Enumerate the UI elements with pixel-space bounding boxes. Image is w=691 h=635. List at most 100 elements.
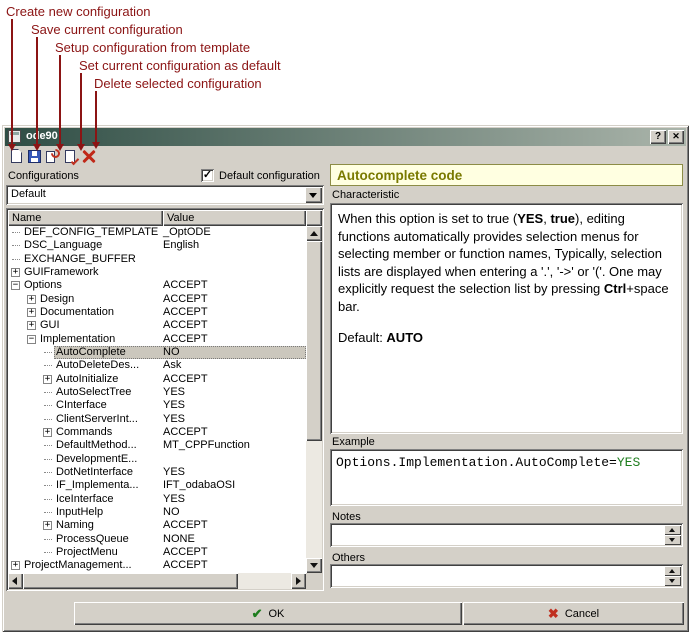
tree-row[interactable]: IF_Implementa... IFT_odabaOSI <box>8 479 306 492</box>
tree-row[interactable]: DSC_LanguageEnglish <box>8 239 306 252</box>
tree-row[interactable]: DotNetInterfaceYES <box>8 466 306 479</box>
configuration-select[interactable]: Default <box>6 185 324 205</box>
tree-row[interactable]: AutoDeleteDes...Ask <box>8 359 306 372</box>
tree-connector <box>44 539 52 540</box>
tree-item-name: AutoComplete <box>56 346 126 359</box>
tree-item-value: _OptODE <box>163 226 211 239</box>
expand-icon[interactable]: + <box>27 295 36 304</box>
scroll-left-button[interactable] <box>8 573 23 589</box>
expand-icon[interactable]: + <box>27 308 36 317</box>
close-button[interactable]: ✕ <box>668 130 684 144</box>
tree-row[interactable]: +DesignACCEPT <box>8 293 306 306</box>
annotation-set-default: Set current configuration as default <box>79 58 281 73</box>
tree-item-value: ACCEPT <box>163 333 208 346</box>
tree-row[interactable]: ProcessQueueNONE <box>8 533 306 546</box>
vertical-scroll-thumb[interactable] <box>306 241 322 441</box>
cancel-button[interactable]: ✖ Cancel <box>463 602 684 625</box>
tree-connector <box>44 352 52 353</box>
tree-row[interactable]: +DocumentationACCEPT <box>8 306 306 319</box>
configuration-dialog: ode90 ? ✕ Configurations ✓ Default confi… <box>2 125 689 632</box>
ok-button[interactable]: ✔ OK <box>74 602 462 625</box>
tree-item-value: ACCEPT <box>163 319 208 332</box>
tree-item-name: Options <box>24 279 62 292</box>
tree-item-name: IF_Implementa... <box>56 479 139 492</box>
tree-row[interactable]: ClientServerInt...YES <box>8 413 306 426</box>
option-title: Autocomplete code <box>330 164 683 186</box>
tree-row[interactable]: AutoCompleteNO <box>8 346 306 359</box>
others-field[interactable] <box>330 564 683 588</box>
tree-connector <box>44 499 52 500</box>
collapse-icon[interactable]: − <box>27 335 36 344</box>
tree-item-value: ACCEPT <box>163 519 208 532</box>
tree-item-name: DevelopmentE... <box>56 453 137 466</box>
annotation-arrow-line <box>95 91 97 144</box>
notes-scrollbar[interactable] <box>664 525 681 545</box>
tree-row[interactable]: AutoSelectTreeYES <box>8 386 306 399</box>
tree-connector <box>44 419 52 420</box>
tree-row[interactable]: InputHelpNO <box>8 506 306 519</box>
others-scrollbar[interactable] <box>664 566 681 586</box>
column-header-name[interactable]: Name <box>8 210 163 226</box>
tree-connector <box>44 512 52 513</box>
tree-connector <box>44 405 52 406</box>
annotation-arrow-line <box>11 19 13 146</box>
tree-item-name: ProjectManagement... <box>24 559 132 572</box>
scroll-down-button[interactable] <box>664 535 681 545</box>
tree-view[interactable]: DEF_CONFIG_TEMPLATE _OptODEDSC_LanguageEn… <box>8 226 306 573</box>
collapse-icon[interactable]: − <box>11 281 20 290</box>
tree-row[interactable]: +NamingACCEPT <box>8 519 306 532</box>
example-field[interactable]: Options.Implementation.AutoComplete=YES <box>330 449 683 506</box>
tree-row[interactable]: +CommandsACCEPT <box>8 426 306 439</box>
scroll-up-button[interactable] <box>664 525 681 535</box>
tree-item-name: CInterface <box>56 399 107 412</box>
default-value-text: Default: AUTO <box>338 330 423 345</box>
scroll-up-button[interactable] <box>664 566 681 576</box>
tree-item-value: English <box>163 239 199 252</box>
scroll-right-button[interactable] <box>291 573 306 589</box>
scroll-up-button[interactable] <box>306 226 322 241</box>
title-bar[interactable]: ode90 ? ✕ <box>5 128 686 146</box>
others-label: Others <box>332 552 365 564</box>
tree-row[interactable]: ProjectMenuACCEPT <box>8 546 306 559</box>
tree-row[interactable]: DefaultMethod...MT_CPPFunction <box>8 439 306 452</box>
expand-icon[interactable]: + <box>43 375 52 384</box>
tree-row[interactable]: DEF_CONFIG_TEMPLATE _OptODE <box>8 226 306 239</box>
tree-item-value: ACCEPT <box>163 293 208 306</box>
tree-row[interactable]: −ImplementationACCEPT <box>8 333 306 346</box>
scroll-down-button[interactable] <box>306 558 322 573</box>
column-header-value[interactable]: Value <box>163 210 306 226</box>
tree-row[interactable]: +ProjectManagement...ACCEPT <box>8 559 306 572</box>
tree-item-value: IFT_odabaOSI <box>163 479 235 492</box>
tree-row[interactable]: DevelopmentE... <box>8 453 306 466</box>
vertical-scrollbar[interactable] <box>306 226 322 573</box>
tree-item-name: AutoInitialize <box>56 373 118 386</box>
tree-row[interactable]: +AutoInitializeACCEPT <box>8 373 306 386</box>
characteristic-field[interactable]: When this option is set to true (YES, tr… <box>330 203 683 434</box>
scroll-down-button[interactable] <box>664 576 681 586</box>
tree-item-value: ACCEPT <box>163 279 208 292</box>
notes-field[interactable] <box>330 523 683 547</box>
tree-item-name: Commands <box>56 426 112 439</box>
tree-row[interactable]: +GUIFramework <box>8 266 306 279</box>
tree-row[interactable]: CInterfaceYES <box>8 399 306 412</box>
help-button[interactable]: ? <box>650 130 666 144</box>
horizontal-scroll-thumb[interactable] <box>23 573 238 589</box>
tree-item-name: DEF_CONFIG_TEMPLATE <box>24 226 158 239</box>
horizontal-scrollbar[interactable] <box>8 573 306 589</box>
dropdown-button[interactable] <box>305 187 322 203</box>
tree-row[interactable]: EXCHANGE_BUFFER <box>8 253 306 266</box>
expand-icon[interactable]: + <box>43 428 52 437</box>
tree-row[interactable]: −Options ACCEPT <box>8 279 306 292</box>
notes-label: Notes <box>332 511 361 523</box>
expand-icon[interactable]: + <box>43 521 52 530</box>
tree-connector <box>44 472 52 473</box>
expand-icon[interactable]: + <box>27 321 36 330</box>
tree-row[interactable]: +GUIACCEPT <box>8 319 306 332</box>
expand-icon[interactable]: + <box>11 561 20 570</box>
default-configuration-checkbox-label: Default configuration <box>219 170 320 182</box>
tree-row[interactable]: IceInterfaceYES <box>8 493 306 506</box>
expand-icon[interactable]: + <box>11 268 20 277</box>
default-configuration-checkbox[interactable]: ✓ <box>201 169 214 182</box>
tree-item-name: AutoSelectTree <box>56 386 131 399</box>
ok-button-label: OK <box>269 608 285 620</box>
